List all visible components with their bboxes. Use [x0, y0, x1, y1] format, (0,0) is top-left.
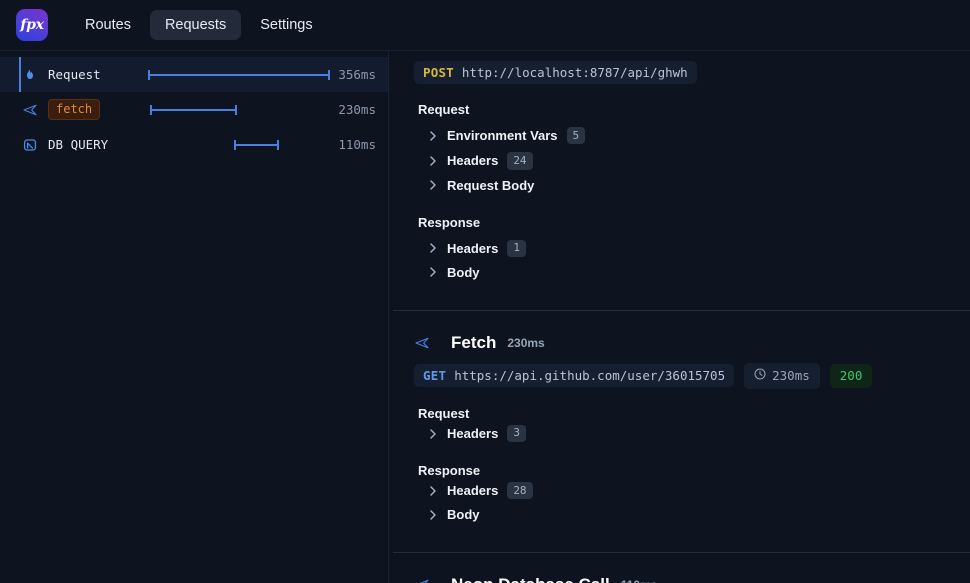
tree-item-fetch-response-body[interactable]: Body: [414, 503, 970, 526]
tree-item-request-headers[interactable]: Headers 24: [414, 148, 970, 173]
chevron-right-icon: [428, 243, 438, 253]
waterfall-track: [148, 127, 330, 162]
send-icon: [414, 335, 430, 351]
waterfall-bar: [234, 144, 280, 146]
fetch-request-heading: Request: [418, 406, 970, 421]
fetch-span-title: Fetch: [451, 333, 496, 353]
tab-requests[interactable]: Requests: [150, 10, 241, 41]
tree-item-count: 1: [507, 240, 526, 257]
waterfall-bar: [150, 109, 237, 111]
tree-item-request-body[interactable]: Request Body: [414, 174, 970, 197]
tree-item-fetch-request-headers[interactable]: Headers 3: [414, 421, 970, 446]
app-header: fpx Routes Requests Settings: [0, 0, 970, 51]
fpx-logo[interactable]: fpx: [16, 9, 48, 41]
flame-icon: [22, 67, 38, 83]
tree-item-label: Headers: [447, 483, 498, 498]
tree-item-label: Body: [447, 507, 480, 522]
tree-item-label: Body: [447, 265, 480, 280]
detail-panel: POST http://localhost:8787/api/ghwh Requ…: [389, 51, 970, 583]
tree-item-label: Request Body: [447, 178, 534, 193]
tab-routes[interactable]: Routes: [70, 10, 146, 41]
fetch-span-header: Fetch 230ms: [414, 333, 970, 353]
root-request-heading: Request: [418, 102, 970, 117]
tree-item-label: Headers: [447, 426, 498, 441]
fetch-time-value: 230ms: [772, 368, 810, 383]
fetch-meta-row: GET https://api.github.com/user/36015705…: [414, 363, 970, 389]
trace-row-badge: fetch: [48, 99, 100, 120]
app-root: fpx Routes Requests Settings Request 356…: [0, 0, 970, 583]
trace-row-db-query[interactable]: DB QUERY 110ms: [0, 127, 388, 162]
tree-item-label: Headers: [447, 153, 498, 168]
section-divider: [393, 310, 970, 311]
chevron-right-icon: [428, 486, 438, 496]
trace-row-label: DB QUERY: [48, 137, 108, 152]
fetch-http-method: GET: [423, 368, 446, 383]
fetch-span-duration: 230ms: [507, 336, 544, 350]
chevron-right-icon: [428, 180, 438, 190]
waterfall-track: [148, 57, 330, 92]
tree-item-response-headers[interactable]: Headers 1: [414, 236, 970, 261]
root-url-chip[interactable]: POST http://localhost:8787/api/ghwh: [414, 61, 697, 84]
tab-settings[interactable]: Settings: [245, 10, 327, 41]
send-icon: [414, 577, 430, 583]
tree-item-count: 3: [507, 425, 526, 442]
send-icon: [22, 102, 38, 118]
tree-item-count: 5: [567, 127, 586, 144]
neon-span-duration: 110ms: [621, 578, 658, 583]
neon-span-title: Neon Database Call: [451, 575, 610, 583]
database-icon: [22, 137, 38, 153]
chevron-right-icon: [428, 131, 438, 141]
trace-sidebar: Request 356ms fetch 230ms: [0, 51, 389, 583]
trace-row-fetch[interactable]: fetch 230ms: [0, 92, 388, 127]
tree-item-count: 24: [507, 152, 532, 169]
root-url-text: http://localhost:8787/api/ghwh: [462, 65, 688, 80]
tree-item-label: Headers: [447, 241, 498, 256]
fetch-url-text: https://api.github.com/user/36015705: [454, 368, 725, 383]
clock-icon: [754, 367, 766, 385]
tree-item-count: 28: [507, 482, 532, 499]
trace-row-duration: 110ms: [338, 137, 376, 152]
waterfall-track: [148, 92, 330, 127]
trace-row-request[interactable]: Request 356ms: [0, 57, 388, 92]
fetch-url-chip[interactable]: GET https://api.github.com/user/36015705: [414, 364, 734, 387]
root-response-heading: Response: [418, 215, 970, 230]
chevron-right-icon: [428, 429, 438, 439]
waterfall-bar: [148, 74, 330, 76]
chevron-right-icon: [428, 156, 438, 166]
chevron-right-icon: [428, 267, 438, 277]
tree-item-response-body[interactable]: Body: [414, 261, 970, 284]
fetch-time-chip: 230ms: [744, 363, 820, 389]
trace-row-duration: 356ms: [338, 67, 376, 82]
root-http-method: POST: [423, 65, 454, 80]
tree-item-fetch-response-headers[interactable]: Headers 28: [414, 478, 970, 503]
trace-row-label: Request: [48, 67, 101, 82]
root-request-section: POST http://localhost:8787/api/ghwh Requ…: [389, 61, 970, 284]
tree-item-label: Environment Vars: [447, 128, 558, 143]
fetch-status-badge: 200: [830, 364, 873, 388]
app-body: Request 356ms fetch 230ms: [0, 51, 970, 583]
tree-item-environment-vars[interactable]: Environment Vars 5: [414, 123, 970, 148]
neon-span-section: Neon Database Call 110ms GET https://api…: [389, 575, 970, 583]
chevron-right-icon: [428, 510, 438, 520]
neon-span-header: Neon Database Call 110ms: [414, 575, 970, 583]
logo-label: fpx: [20, 17, 43, 33]
trace-row-duration: 230ms: [338, 102, 376, 117]
fetch-span-section: Fetch 230ms GET https://api.github.com/u…: [389, 333, 970, 527]
section-divider: [393, 552, 970, 553]
fetch-response-heading: Response: [418, 463, 970, 478]
